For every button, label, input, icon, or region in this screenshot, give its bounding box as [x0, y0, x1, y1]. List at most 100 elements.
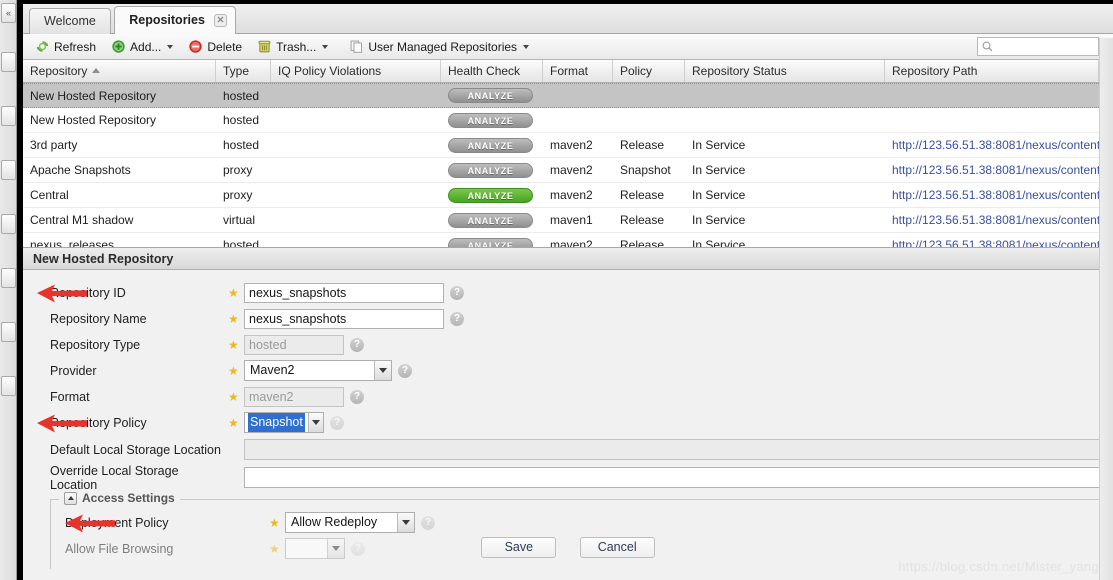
grid-column-header[interactable]: Format [543, 60, 613, 82]
table-cell-type: proxy [223, 163, 253, 177]
table-cell-repository: Central [30, 188, 69, 202]
chevron-down-icon[interactable] [397, 513, 414, 532]
analyze-button[interactable]: ANALYZE [448, 88, 533, 103]
rail-stub-6[interactable] [1, 322, 16, 342]
search-icon [981, 40, 994, 53]
table-row[interactable]: New Hosted Repository hosted ANALYZE [23, 108, 1113, 133]
table-cell-path[interactable]: http://123.56.51.38:8081/nexus/content/r… [885, 163, 1099, 177]
analyze-button[interactable]: ANALYZE [448, 212, 533, 228]
select-provider[interactable]: Maven2 [244, 360, 392, 381]
table-cell-policy: Release [620, 213, 665, 227]
form-row: Repository Policy ★ Snapshot? [23, 410, 1113, 435]
select-repository-policy[interactable]: Snapshot [244, 412, 324, 433]
red-pointer-arrow-icon [63, 512, 117, 534]
rail-stub-1[interactable] [1, 52, 16, 72]
user-managed-repositories-button[interactable]: User Managed Repositories [343, 36, 535, 57]
rail-stub-4[interactable] [1, 214, 16, 234]
rail-stub-7[interactable] [1, 376, 16, 396]
grid-column-header[interactable]: Type [216, 60, 271, 82]
field-label: Provider [50, 363, 97, 378]
collapse-toggle-icon[interactable] [64, 491, 77, 505]
search-input[interactable] [994, 39, 1090, 54]
analyze-button[interactable]: ANALYZE [448, 237, 533, 247]
table-cell-format: maven1 [550, 213, 593, 227]
input-repository-id[interactable] [244, 282, 444, 303]
application-window: « Welcome Repositories Refresh Add... De… [0, 0, 1113, 580]
input-override-local-storage-location[interactable] [244, 467, 1110, 488]
table-cell-type: hosted [223, 138, 260, 152]
analyze-button[interactable]: ANALYZE [448, 162, 533, 178]
help-icon[interactable]: ? [398, 363, 412, 378]
table-cell-type: virtual [223, 213, 256, 227]
select-deployment-policy[interactable]: Allow Redeploy [285, 512, 415, 533]
table-cell-repository: Apache Snapshots [30, 163, 131, 177]
help-icon[interactable]: ? [350, 389, 364, 404]
table-cell-format: maven2 [550, 138, 593, 152]
detail-form: Repository ID★?Repository Name★?Reposito… [23, 280, 1113, 492]
vertical-scrollbar[interactable] [1099, 38, 1113, 580]
grid-column-header-label: Type [223, 64, 250, 78]
refresh-button[interactable]: Refresh [29, 36, 102, 57]
table-cell-path[interactable]: http://123.56.51.38:8081/nexus/content/r… [885, 138, 1099, 152]
table-cell-type: hosted [223, 113, 260, 127]
analyze-button[interactable]: ANALYZE [448, 187, 533, 203]
add-button[interactable]: Add... [105, 36, 179, 57]
table-row[interactable]: 3rd party hosted ANALYZE maven2 Release In Se… [23, 133, 1113, 158]
grid-column-header[interactable]: Repository [23, 60, 216, 82]
rail-stub-2[interactable] [1, 106, 16, 126]
trash-button[interactable]: Trash... [251, 36, 334, 57]
form-row: Format ★? [23, 384, 1113, 409]
table-row[interactable]: New Hosted Repository hosted ANALYZE [23, 83, 1113, 108]
search-box[interactable] [977, 37, 1099, 56]
input-repository-name[interactable] [244, 308, 444, 329]
select-value: Allow Redeploy [291, 515, 378, 529]
rail-stub-3[interactable] [1, 160, 16, 180]
delete-label: Delete [207, 39, 243, 54]
table-cell-policy: Release [620, 238, 665, 247]
table-row[interactable]: Central proxy ANALYZE maven2 Release In Servi… [23, 183, 1113, 208]
table-row[interactable]: Apache Snapshots proxy ANALYZE maven2 Snapsh… [23, 158, 1113, 183]
grid-column-header-label: Policy [620, 64, 653, 78]
tab-welcome[interactable]: Welcome [29, 8, 111, 34]
save-button[interactable]: Save [481, 537, 557, 558]
grid-column-header[interactable]: Policy [613, 60, 685, 82]
help-icon[interactable]: ? [350, 337, 364, 352]
analyze-button[interactable]: ANALYZE [448, 137, 533, 153]
access-settings-legend: Access Settings [59, 491, 180, 505]
required-star-icon: ★ [228, 337, 239, 352]
red-pointer-arrow-icon [35, 412, 89, 434]
chevron-down-icon[interactable] [307, 413, 323, 432]
rail-stub-5[interactable] [1, 268, 16, 288]
cancel-button[interactable]: Cancel [579, 537, 655, 558]
help-icon[interactable]: ? [450, 285, 464, 300]
rail-collapse-button[interactable]: « [1, 3, 16, 23]
form-row: Repository Type ★? [23, 332, 1113, 357]
table-cell-path[interactable]: http://123.56.51.38:8081/nexus/content/r… [885, 188, 1099, 202]
form-row: Default Local Storage Location [23, 436, 1113, 463]
table-row[interactable]: nexus_releases hosted ANALYZE maven2 Release… [23, 233, 1113, 247]
input-format [244, 386, 344, 407]
add-icon [111, 39, 126, 54]
grid-column-header[interactable]: Repository Path [885, 60, 1099, 82]
analyze-button[interactable]: ANALYZE [448, 112, 533, 128]
help-icon[interactable]: ? [330, 415, 344, 430]
grid-column-header[interactable]: Health Check [441, 60, 543, 82]
delete-button[interactable]: Delete [182, 36, 248, 57]
table-cell-status: In Service [692, 138, 746, 152]
required-star-icon: ★ [228, 363, 239, 378]
form-row: Deployment Policy ★ Allow Redeploy? [51, 510, 1101, 535]
chevron-down-icon [523, 44, 530, 49]
grid-column-header[interactable]: IQ Policy Violations [271, 60, 441, 82]
close-icon[interactable] [213, 14, 227, 27]
table-row[interactable]: Central M1 shadow virtual ANALYZE maven1 Rel… [23, 208, 1113, 233]
table-cell-policy: Release [620, 138, 665, 152]
chevron-down-icon[interactable] [374, 361, 391, 380]
table-cell-path[interactable]: http://123.56.51.38:8081/nexus/content/s… [885, 213, 1099, 227]
help-icon[interactable]: ? [450, 311, 464, 326]
grid-column-header[interactable]: Repository Status [685, 60, 885, 82]
tab-repositories[interactable]: Repositories [114, 6, 236, 34]
help-icon[interactable]: ? [421, 515, 435, 530]
form-row: Provider ★ Maven2? [23, 358, 1113, 383]
close-icon-glyph [217, 16, 224, 23]
table-cell-path[interactable]: http://123.56.51.38:8081/nexus/content/r… [885, 238, 1099, 247]
